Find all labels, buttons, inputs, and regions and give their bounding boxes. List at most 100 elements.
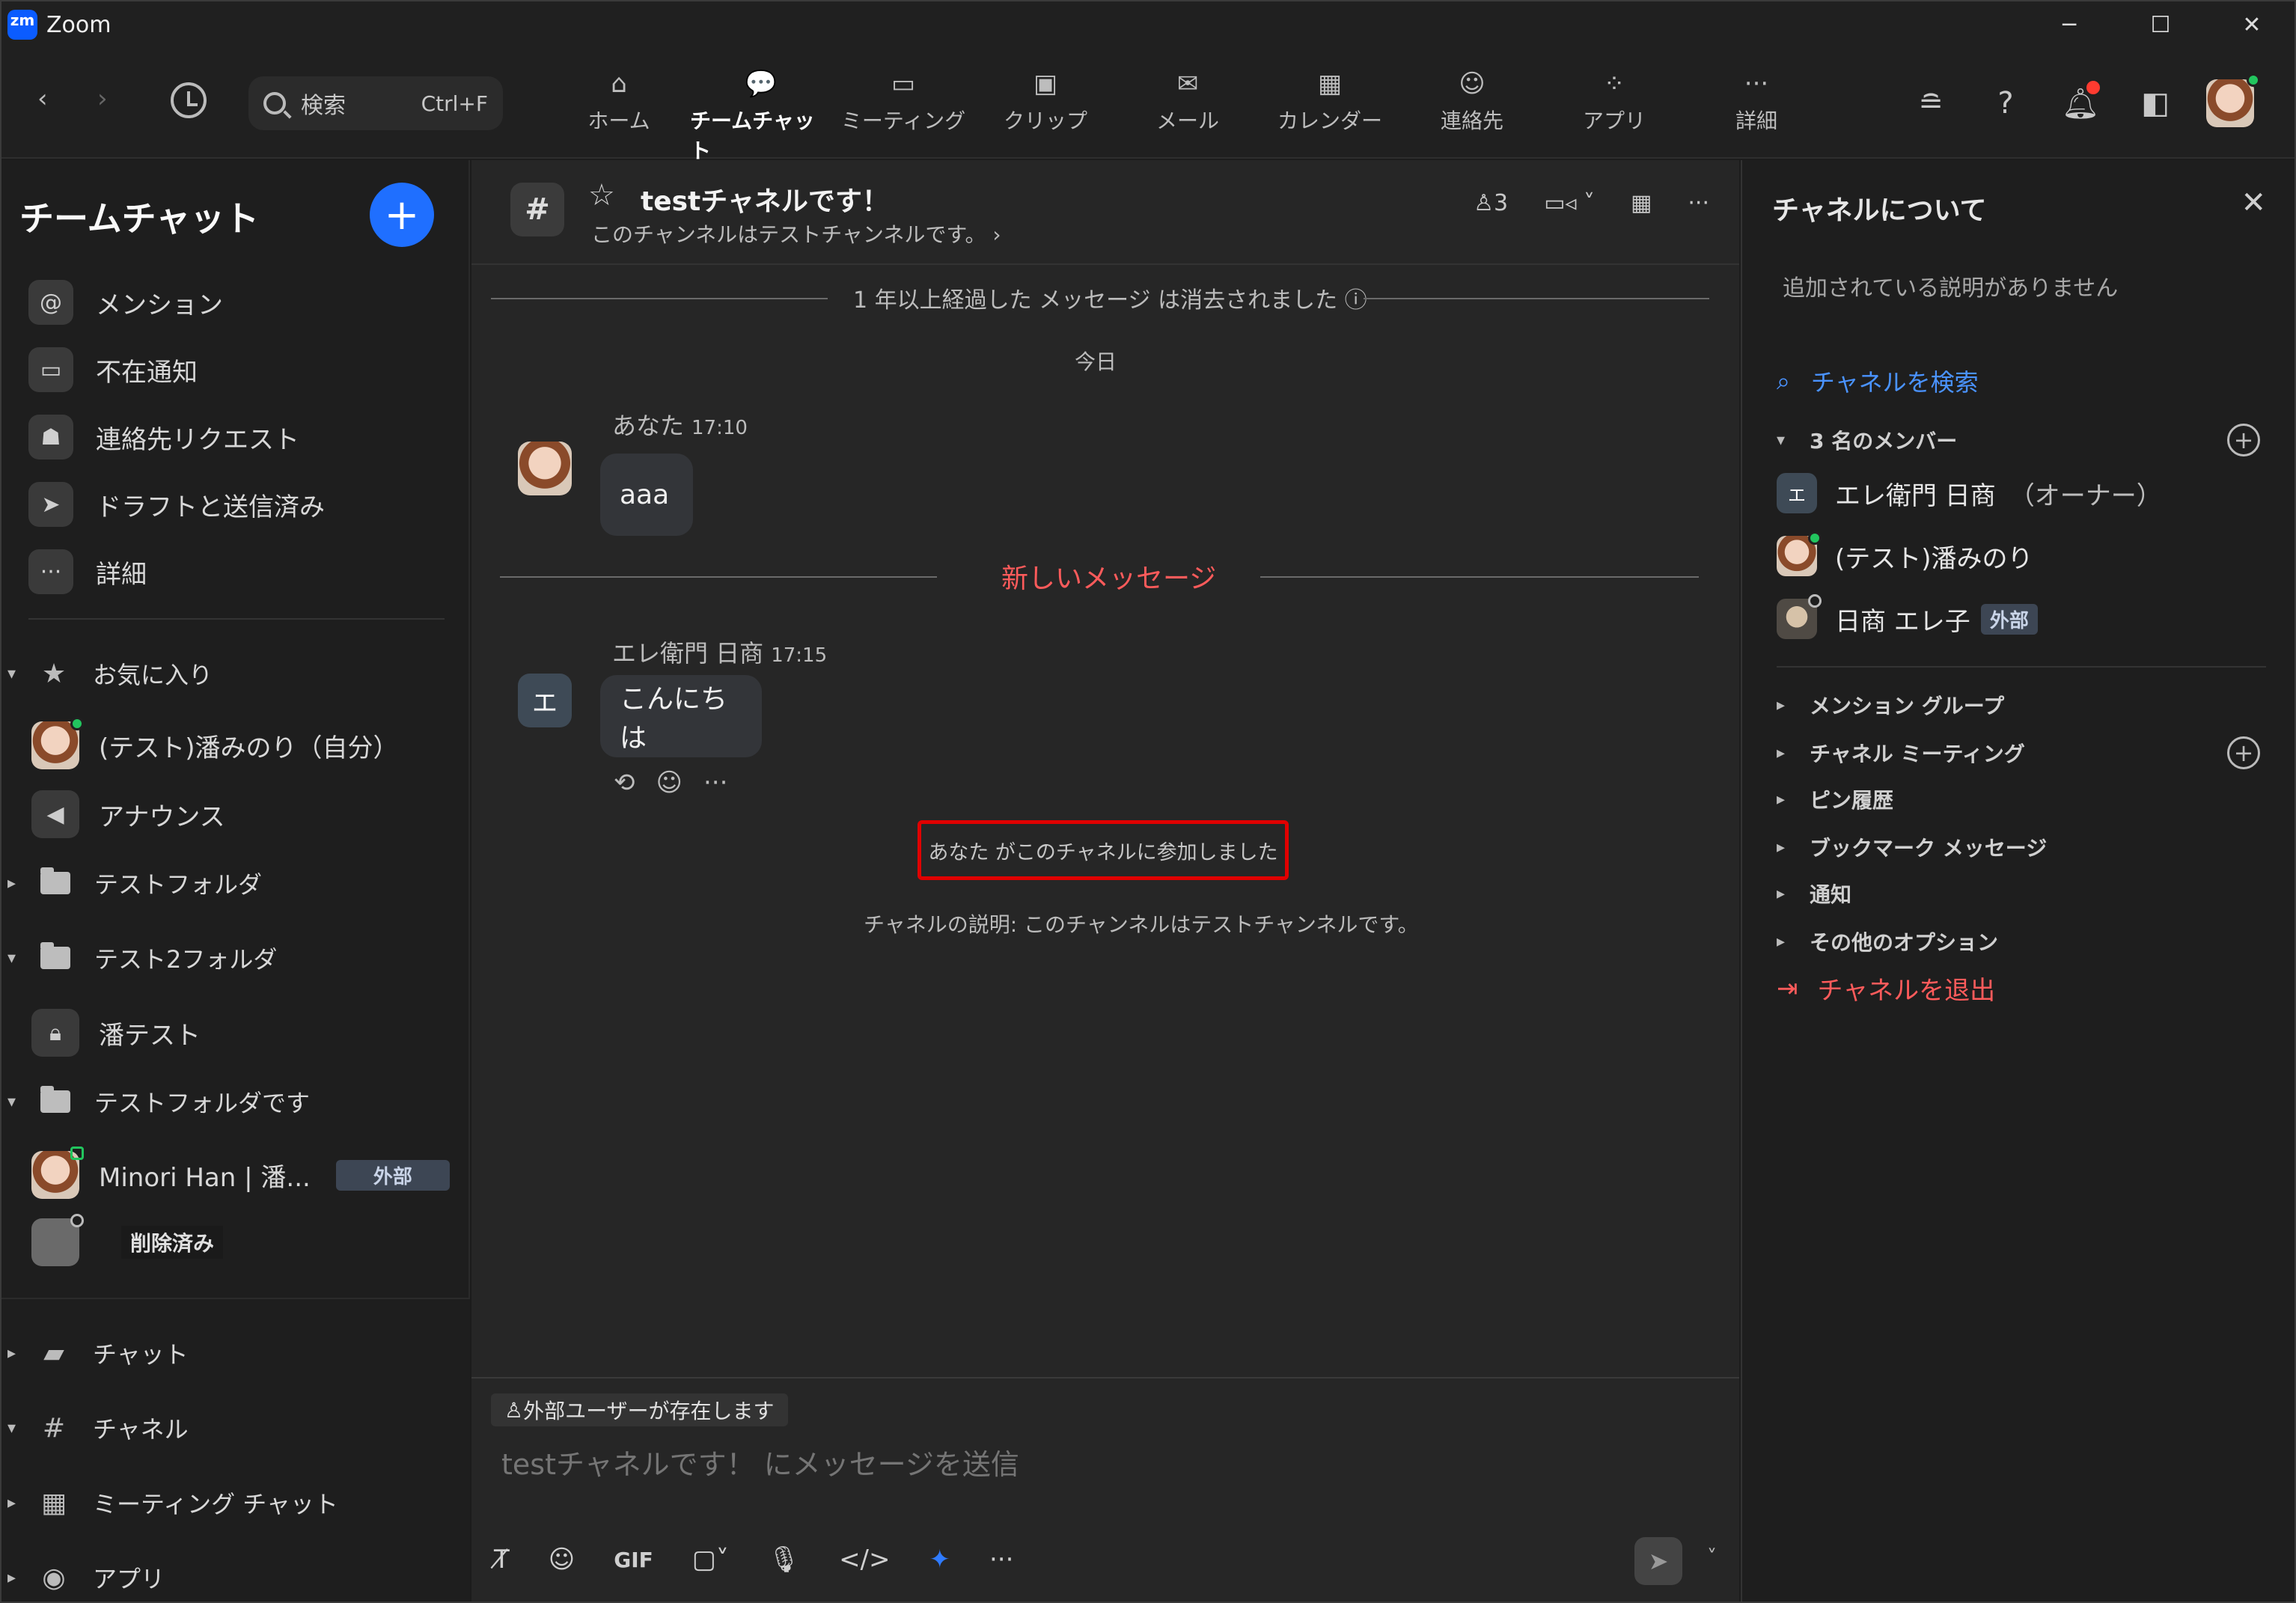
leave-channel-button[interactable]: ⇥ チャネルを退出 (1777, 970, 1995, 1007)
accordion-bookmarks[interactable]: ▸ ブックマーク メッセージ (1777, 832, 2047, 862)
member-row[interactable]: 日商 エレ子 外部 (1777, 594, 2038, 639)
tab-more[interactable]: ··· 詳細 (1685, 69, 1828, 144)
divider-line (491, 298, 828, 299)
close-icon[interactable]: ✕ (2241, 186, 2266, 220)
favorites-section[interactable]: ▾ ★ お気に入り (7, 651, 213, 696)
ai-companion-icon[interactable]: ✦ (929, 1545, 951, 1575)
tab-team-chat[interactable]: 💬 チームチャット (690, 69, 832, 163)
sidebar-item-contact-requests[interactable]: ☗ 連絡先リクエスト (28, 413, 299, 461)
channel-description-link[interactable]: このチャンネルはテストチャンネルです。 › (591, 219, 1001, 248)
microphone-icon[interactable]: 🎙︎ (768, 1545, 800, 1575)
panel-divider (1777, 666, 2266, 668)
sender-name[interactable]: あなた (612, 412, 684, 440)
add-meeting-button[interactable]: + (2227, 736, 2260, 769)
notifications-button[interactable]: 🔔︎ (2043, 76, 2118, 130)
maximize-button[interactable]: ☐ (2115, 1, 2206, 48)
sidebar-item-missed[interactable]: ▭ 不在通知 (28, 346, 198, 394)
sender-name[interactable]: エレ衛門 日商 (612, 639, 763, 668)
avatar[interactable] (518, 442, 572, 495)
tab-contacts[interactable]: ☺ 連絡先 (1401, 69, 1543, 144)
help-icon[interactable]: ? (1968, 76, 2043, 130)
more-options-button[interactable]: ··· (1688, 190, 1709, 216)
close-window-button[interactable]: ✕ (2206, 1, 2295, 48)
more-icon[interactable]: ··· (989, 1545, 1013, 1575)
video-meeting-button[interactable]: ▭◃ ˅ (1544, 190, 1595, 216)
minimize-button[interactable]: ─ (2024, 1, 2115, 48)
search-shortcut: Ctrl+F (421, 91, 488, 116)
chevron-down-icon[interactable]: ˅ (1707, 1546, 1717, 1569)
clips-icon: ▣ (1033, 69, 1058, 99)
avatar[interactable]: エ (518, 674, 572, 727)
favorite-announcements[interactable]: ◀︎ アナウンス (31, 787, 225, 841)
message-input[interactable] (501, 1438, 1624, 1491)
help-icon[interactable]: ⓘ (1345, 287, 1367, 314)
tab-calendar[interactable]: ▦ カレンダー (1259, 69, 1401, 144)
gif-button[interactable]: GIF (614, 1548, 653, 1572)
external-badge: 外部 (335, 1159, 450, 1191)
channel-name[interactable]: testチャネルです！ (641, 180, 889, 219)
member-row[interactable]: エ エレ衛門 日商 （オーナー） (1777, 473, 2162, 513)
new-chat-button[interactable]: + (370, 183, 434, 247)
online-status-dot (2247, 73, 2260, 87)
accordion-notifications[interactable]: ▸ 通知 (1777, 879, 1851, 909)
accordion-mention-groups[interactable]: ▸ メンション グループ (1777, 690, 2004, 720)
folder-test2[interactable]: ▾ テスト2フォルダ (7, 935, 277, 980)
section-chats[interactable]: ▸ ▰ チャット (7, 1331, 189, 1375)
chevron-right-icon: › (986, 222, 1001, 247)
sidebar-item-mentions[interactable]: @ メンション (28, 278, 223, 326)
search-channel-link[interactable]: ⌕ チャネルを検索 (1777, 364, 1979, 398)
accordion-other-options[interactable]: ▸ その他のオプション (1777, 926, 1998, 956)
tab-apps[interactable]: ⁘ アプリ (1543, 69, 1685, 144)
tab-label: メール (1155, 109, 1219, 133)
reply-icon[interactable]: ⟲ (614, 768, 635, 798)
emoji-reaction-icon[interactable]: ☺ (656, 768, 683, 798)
caret-right-icon: ▸ (7, 1568, 16, 1587)
screenshot-icon[interactable]: ▢˅ (692, 1545, 729, 1575)
calendar-icon: ▦ (1631, 190, 1652, 216)
send-icon: ➤ (1648, 1547, 1669, 1575)
panel-toggle-icon[interactable]: ◧ (2118, 76, 2193, 130)
profile-avatar-button[interactable] (2193, 73, 2268, 130)
member-row[interactable]: (テスト)潘みのり (1777, 531, 2033, 576)
favorite-self-chat[interactable]: (テスト)潘みのり（自分） (31, 717, 399, 772)
section-label: ミーティング チャット (93, 1490, 338, 1518)
more-icon[interactable]: ··· (703, 768, 727, 798)
channel-pan-test[interactable]: 🔒︎ 潘テスト (31, 1006, 201, 1060)
tab-clips[interactable]: ▣ クリップ (974, 69, 1117, 144)
back-arrow-icon[interactable]: ‹ (37, 84, 48, 114)
section-label: お気に入り (93, 661, 213, 689)
calendar-button[interactable]: ▦ (1631, 190, 1652, 216)
star-icon[interactable]: ☆ (588, 178, 615, 213)
sidebar-item-drafts[interactable]: ➤ ドラフトと送信済み (28, 480, 325, 528)
members-accordion[interactable]: ▾ 3 名のメンバー (1777, 425, 1957, 455)
avatar (1777, 594, 1822, 639)
presence-icon[interactable]: ≘ (1893, 76, 1968, 130)
code-icon[interactable]: </> (839, 1545, 890, 1575)
caret-down-icon: ▾ (7, 948, 16, 968)
folder-test-desu[interactable]: ▾ テストフォルダです (7, 1079, 310, 1124)
tab-home[interactable]: ⌂ ホーム (548, 69, 690, 144)
send-button[interactable]: ➤ (1634, 1537, 1682, 1585)
folder-label: テストフォルダ (94, 870, 263, 899)
folder-test[interactable]: ▸ テストフォルダ (7, 861, 262, 906)
add-member-button[interactable]: + (2227, 424, 2260, 457)
chat-label: (テスト)潘みのり（自分） (99, 733, 399, 763)
emoji-icon[interactable]: ☺ (549, 1545, 575, 1575)
message-bubble[interactable]: aaa (600, 454, 693, 536)
members-button[interactable]: ♙3 (1474, 190, 1508, 216)
chat-deleted-user[interactable]: 削除済み (31, 1214, 224, 1269)
forward-arrow-icon[interactable]: › (97, 84, 108, 114)
accordion-channel-meetings[interactable]: ▸ チャネル ミーティング (1777, 738, 2025, 768)
accordion-pin-history[interactable]: ▸ ピン履歴 (1777, 784, 1893, 814)
tab-mail[interactable]: ✉ メール (1117, 69, 1259, 144)
history-icon[interactable] (171, 82, 207, 118)
format-icon[interactable]: T̸ (494, 1545, 510, 1575)
message-bubble[interactable]: こんにちは (600, 675, 762, 757)
tab-meetings[interactable]: ▭ ミーティング (832, 69, 974, 144)
section-meeting-chats[interactable]: ▸ ▦ ミーティング チャット (7, 1480, 338, 1525)
section-apps[interactable]: ▸ ◉ アプリ (7, 1555, 165, 1600)
sidebar-item-more[interactable]: ··· 詳細 (28, 548, 147, 596)
global-search-button[interactable]: 検索 Ctrl+F (248, 76, 503, 130)
section-channels[interactable]: ▾ # チャネル (7, 1405, 189, 1450)
chat-minori-han[interactable]: Minori Han | 潘... 外部 (31, 1146, 450, 1202)
